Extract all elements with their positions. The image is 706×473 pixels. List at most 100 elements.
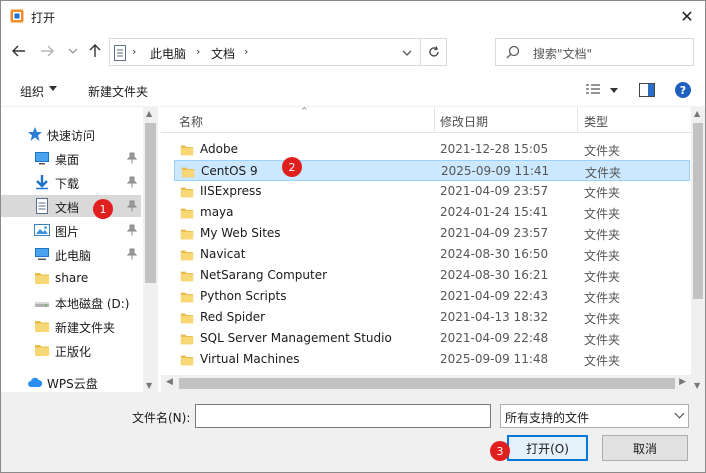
back-button[interactable] (11, 42, 27, 60)
sidebar-item-label: 下载 (55, 177, 80, 191)
file-row[interactable]: Navicat 2024-08-30 16:50 文件夹 (174, 244, 690, 265)
download-icon (34, 174, 50, 190)
sidebar-item[interactable]: 此电脑 (1, 243, 141, 265)
file-date: 2021-04-13 18:32 (440, 310, 549, 324)
computer-icon (34, 246, 50, 262)
file-row[interactable]: Red Spider 2021-04-13 18:32 文件夹 (174, 307, 690, 328)
forward-button[interactable] (39, 42, 55, 60)
file-row[interactable]: maya 2024-01-24 15:41 文件夹 (174, 202, 690, 223)
file-date: 2024-08-30 16:21 (440, 268, 549, 282)
new-folder-button[interactable]: 新建文件夹 (88, 83, 148, 100)
scroll-right-icon[interactable]: ▶ (679, 377, 686, 387)
sidebar-item[interactable]: 新建文件夹 (1, 315, 141, 337)
sidebar-item[interactable]: 下载 (1, 171, 141, 193)
file-date: 2024-01-24 15:41 (440, 205, 549, 219)
breadcrumb-documents[interactable]: 文档 (211, 45, 235, 62)
folder-icon (180, 353, 194, 370)
organize-menu[interactable]: 组织 (20, 83, 44, 100)
file-date: 2025-09-09 11:48 (440, 352, 549, 366)
view-options-icon[interactable] (585, 83, 601, 97)
file-row[interactable]: NetSarang Computer 2024-08-30 16:21 文件夹 (174, 265, 690, 286)
sidebar-item-label: 正版化 (55, 345, 92, 359)
sidebar-item[interactable]: 文档 (1, 195, 141, 217)
column-header-type[interactable]: 类型 (584, 113, 608, 130)
drive-icon (34, 294, 50, 310)
breadcrumb-this-pc[interactable]: 此电脑 (150, 45, 186, 62)
file-name: maya (200, 205, 234, 219)
cancel-button[interactable]: 取消 (602, 435, 688, 461)
pin-icon[interactable] (126, 248, 138, 260)
close-button[interactable]: ✕ (669, 1, 705, 31)
scroll-up-icon[interactable]: ▲ (694, 109, 700, 118)
column-divider[interactable] (434, 107, 435, 133)
address-bar[interactable]: › 此电脑 › 文档 › (109, 38, 447, 66)
folder-icon (180, 206, 194, 223)
file-type: 文件夹 (584, 249, 621, 263)
sidebar-item[interactable]: 桌面 (1, 147, 141, 169)
sidebar-item-label: 文档 (55, 201, 80, 215)
file-row[interactable]: Python Scripts 2021-04-09 22:43 文件夹 (174, 286, 690, 307)
help-icon[interactable]: ? (675, 82, 691, 98)
column-header-date[interactable]: 修改日期 (440, 113, 488, 130)
file-name: IISExpress (200, 184, 262, 198)
scroll-up-icon[interactable]: ▲ (146, 109, 152, 118)
file-name: SQL Server Management Studio (200, 331, 392, 345)
recent-locations-button[interactable] (65, 42, 81, 60)
desktop-icon (34, 150, 50, 166)
sidebar-item-label: share (55, 271, 89, 285)
open-file-dialog: 打开 ✕ › 此电脑 › 文档 › 搜索"文档" 组织 新建文件夹 ? 快速访问… (0, 0, 706, 473)
folder-icon (34, 342, 50, 358)
file-type-select[interactable]: 所有支持的文件 (500, 404, 689, 428)
navigation-pane-scrollbar[interactable]: ▲ ▼ (143, 107, 158, 392)
file-row[interactable]: SQL Server Management Studio 2021-04-09 2… (174, 328, 690, 349)
up-button[interactable] (87, 42, 103, 60)
sidebar-item[interactable]: 本地磁盘 (D:) (1, 291, 141, 313)
sidebar-item[interactable]: 图片 (1, 219, 141, 241)
search-box[interactable]: 搜索"文档" (495, 38, 694, 66)
scrollbar-thumb[interactable] (179, 378, 675, 389)
open-button[interactable]: 打开(O) (507, 435, 588, 461)
pin-icon[interactable] (126, 200, 138, 212)
sidebar-item[interactable]: WPS云盘 (1, 371, 141, 392)
column-header-name[interactable]: 名称 (179, 113, 203, 130)
search-placeholder: 搜索"文档" (533, 47, 593, 61)
pin-icon[interactable] (126, 176, 138, 188)
file-row[interactable]: IISExpress 2021-04-09 23:57 文件夹 (174, 181, 690, 202)
scroll-down-icon[interactable]: ▼ (694, 381, 700, 390)
horizontal-scrollbar[interactable]: ◀ ▶ (161, 375, 691, 392)
scroll-left-icon[interactable]: ◀ (166, 377, 173, 387)
file-row[interactable]: Adobe 2021-12-28 15:05 文件夹 (174, 139, 690, 160)
sidebar-item[interactable]: 快速访问 (1, 123, 141, 145)
scrollbar-thumb[interactable] (145, 123, 156, 283)
preview-pane-icon[interactable] (639, 83, 655, 97)
window-title: 打开 (31, 11, 56, 25)
view-dropdown-icon[interactable] (610, 88, 618, 93)
column-divider[interactable] (577, 107, 578, 133)
file-type: 文件夹 (585, 166, 622, 180)
filename-input[interactable] (195, 404, 491, 428)
breadcrumb-separator-icon: › (132, 45, 137, 58)
refresh-button[interactable] (420, 39, 446, 65)
file-row[interactable]: Virtual Machines 2025-09-09 11:48 文件夹 (174, 349, 690, 370)
address-dropdown-icon[interactable] (402, 49, 412, 57)
folder-icon (180, 269, 194, 286)
step-badge: 3 (490, 441, 510, 461)
scrollbar-thumb[interactable] (693, 123, 703, 299)
folder-icon (180, 248, 194, 265)
cloud-icon (27, 374, 43, 390)
pin-icon[interactable] (126, 224, 138, 236)
file-row[interactable]: CentOS 9 2025-09-09 11:41 文件夹 (174, 160, 690, 181)
step-badge: 2 (282, 157, 302, 177)
file-name: Python Scripts (200, 289, 287, 303)
scroll-down-icon[interactable]: ▼ (146, 381, 152, 390)
sidebar-item[interactable]: share (1, 267, 141, 289)
folder-icon (34, 270, 50, 286)
pin-icon[interactable] (126, 152, 138, 164)
file-list-scrollbar[interactable]: ▲ ▼ (691, 107, 705, 392)
sidebar-item-label: 此电脑 (55, 249, 92, 263)
file-type: 文件夹 (584, 207, 621, 221)
sidebar-item[interactable]: 正版化 (1, 339, 141, 361)
file-row[interactable]: My Web Sites 2021-04-09 23:57 文件夹 (174, 223, 690, 244)
sidebar-item-label: WPS云盘 (47, 377, 98, 391)
file-type: 文件夹 (584, 333, 621, 347)
